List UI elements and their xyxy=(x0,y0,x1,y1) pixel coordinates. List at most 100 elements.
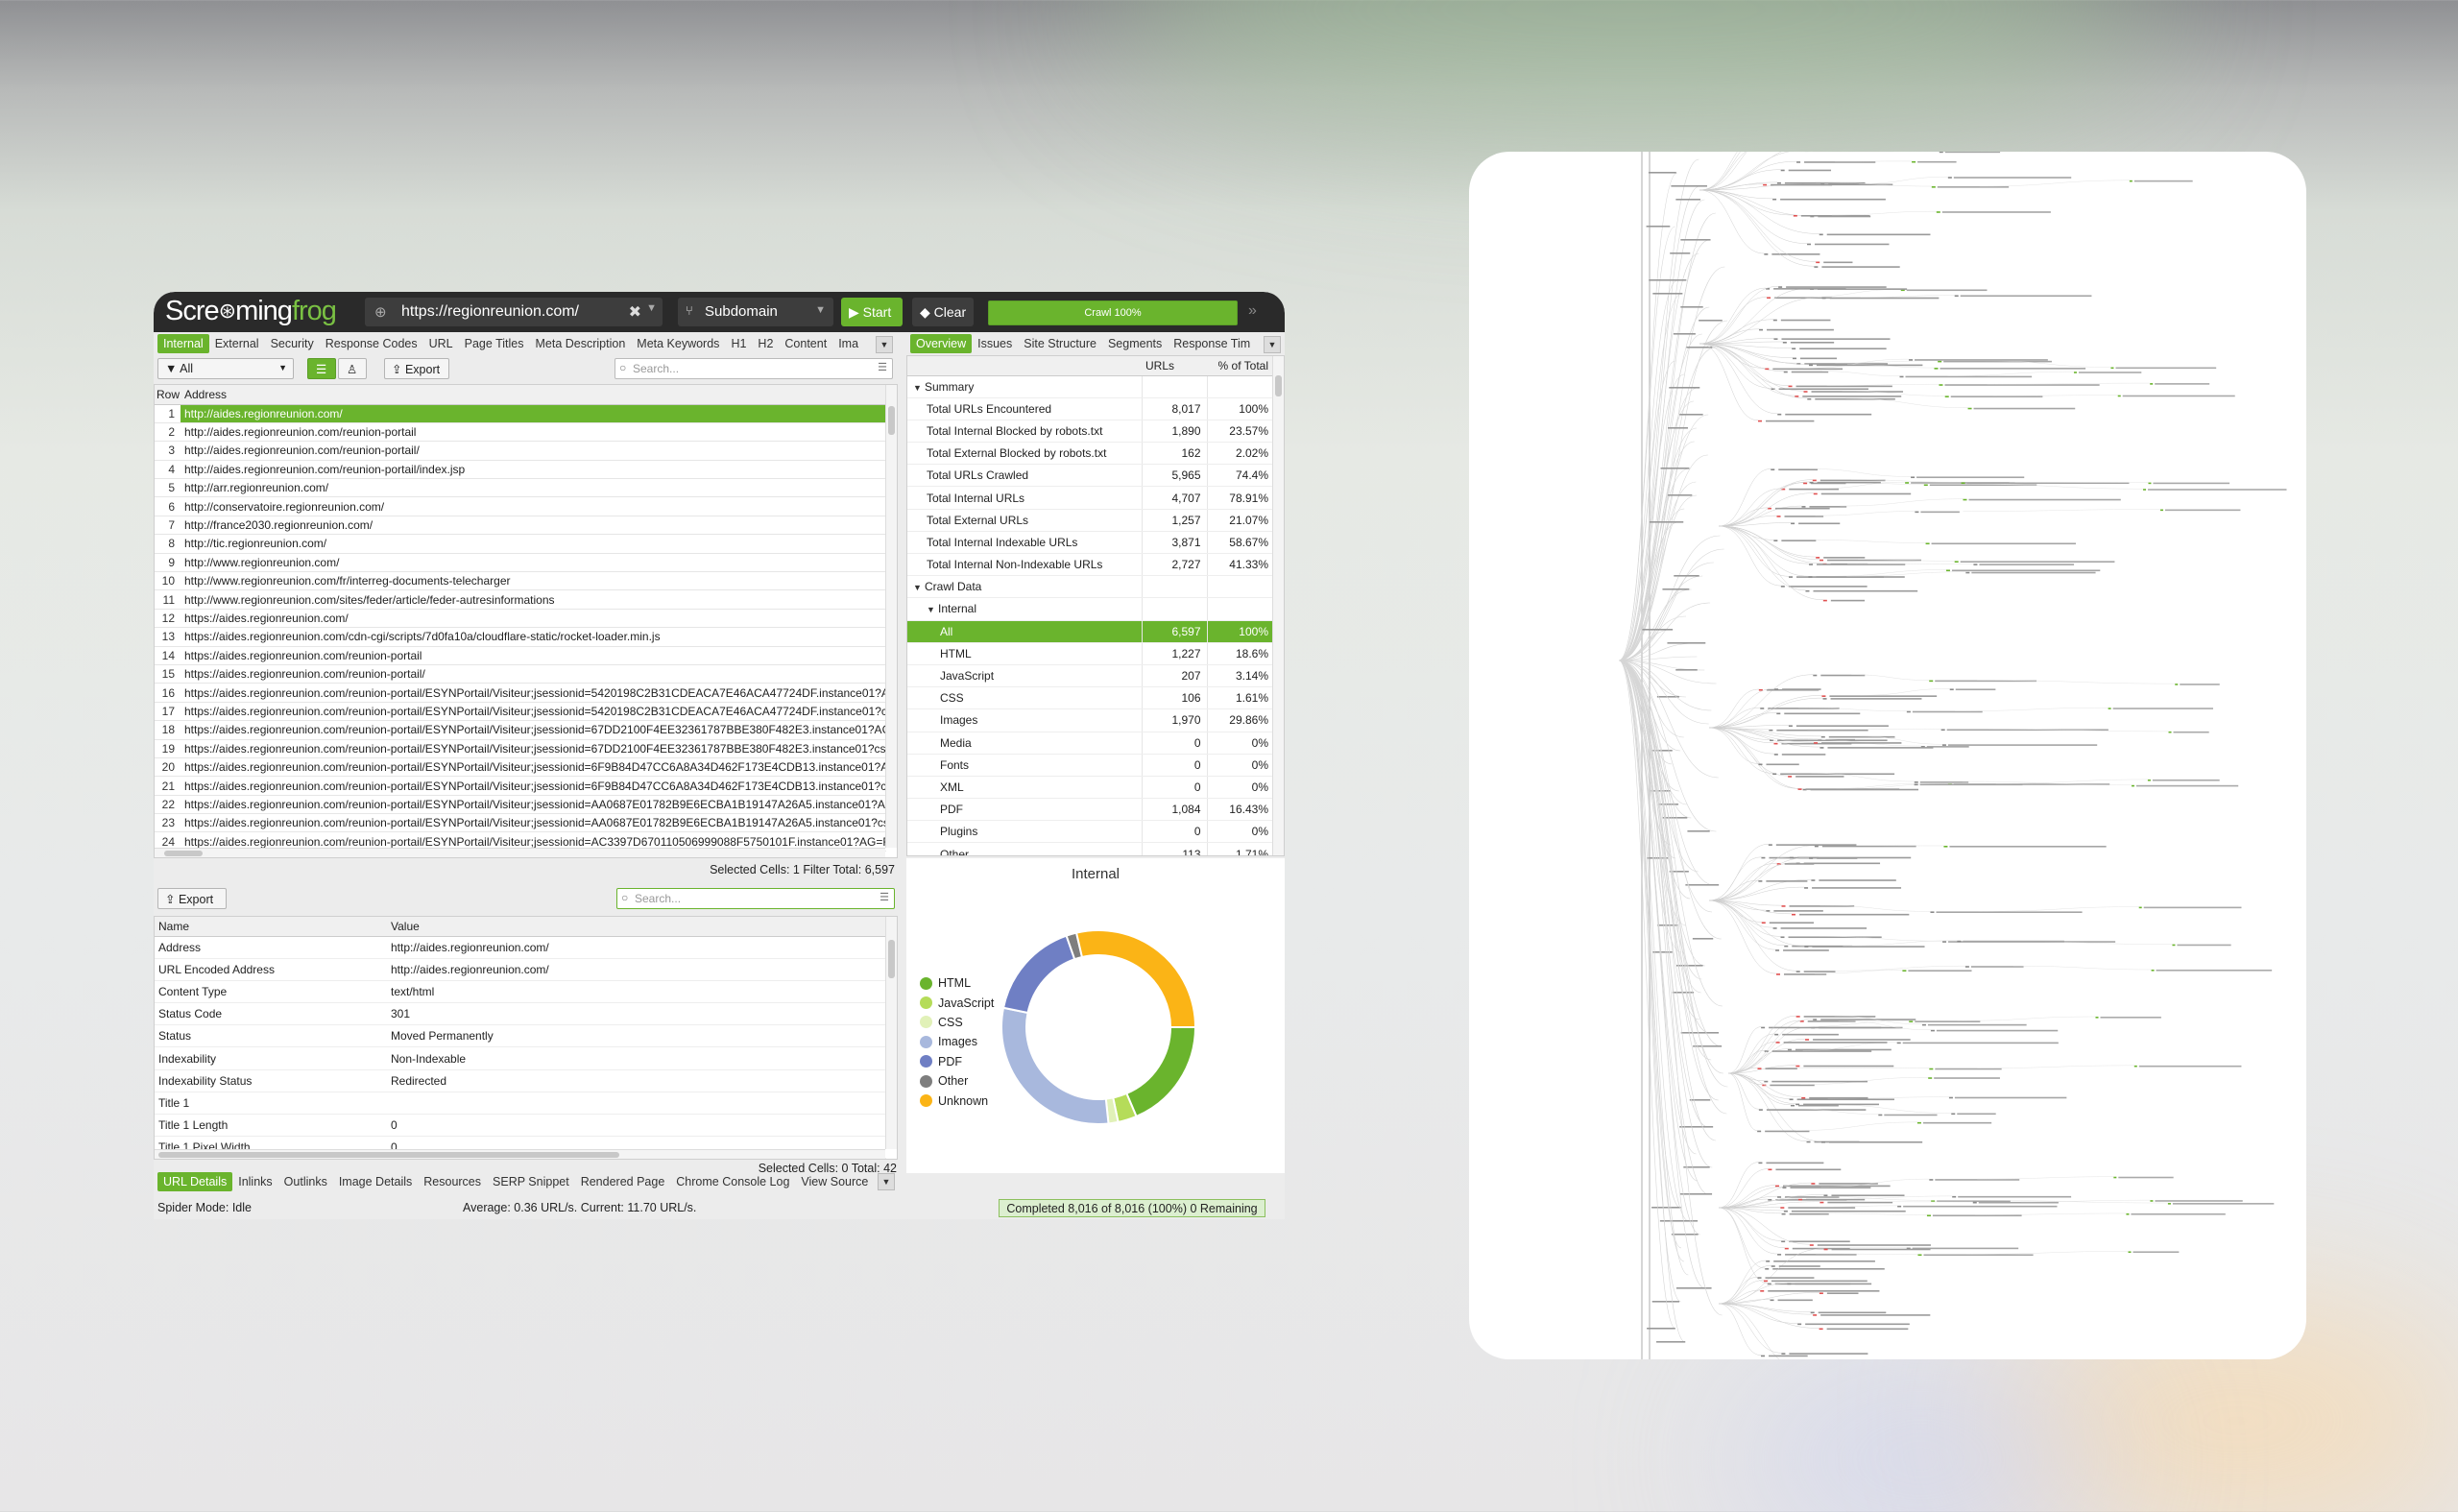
details-hscrollbar[interactable] xyxy=(155,1149,885,1159)
address-cell[interactable]: http://aides.regionreunion.com/reunion-p… xyxy=(181,460,886,480)
table-row[interactable]: 10 http://www.regionreunion.com/fr/interr… xyxy=(155,571,886,591)
address-cell[interactable]: https://aides.regionreunion.com/cdn-cgi/… xyxy=(181,627,886,647)
overview-row[interactable]: PDF 1,084 16.43% xyxy=(907,798,1274,822)
tabs-overflow-dropdown-icon[interactable]: ▼ xyxy=(876,336,893,353)
overview-row[interactable]: Total URLs Encountered 8,017 100% xyxy=(907,397,1274,420)
address-cell[interactable]: https://aides.regionreunion.com/reunion-… xyxy=(181,813,886,833)
address-cell[interactable]: http://www.regionreunion.com/fr/interreg… xyxy=(181,571,886,591)
donut-slice-pdf[interactable] xyxy=(1001,934,1076,1015)
start-button[interactable]: ▶ Start xyxy=(841,298,903,326)
overview-row[interactable]: Total Internal URLs 4,707 78.91% xyxy=(907,486,1274,510)
expand-caret-icon[interactable]: ▼ xyxy=(913,383,925,393)
column-header-urls[interactable]: URLs xyxy=(1142,356,1207,376)
search-options-icon[interactable]: ☰ xyxy=(878,361,887,373)
url-table-hscrollbar[interactable] xyxy=(155,848,885,857)
url-history-dropdown-icon[interactable]: ▼ xyxy=(646,302,657,314)
table-row[interactable]: 22 https://aides.regionreunion.com/reunio… xyxy=(155,795,886,815)
address-cell[interactable]: https://aides.regionreunion.com/reunion-… xyxy=(181,664,886,684)
address-cell[interactable]: https://aides.regionreunion.com/ xyxy=(181,609,886,629)
overview-row[interactable]: Total Internal Blocked by robots.txt 1,89… xyxy=(907,420,1274,444)
address-cell[interactable]: http://tic.regionreunion.com/ xyxy=(181,534,886,554)
address-cell[interactable]: https://aides.regionreunion.com/reunion-… xyxy=(181,739,886,758)
overview-row[interactable]: CSS 106 1.61% xyxy=(907,686,1274,710)
tab-resources[interactable]: Resources xyxy=(418,1172,487,1191)
overview-row[interactable]: Plugins 0 0% xyxy=(907,820,1274,844)
tab-content[interactable]: Content xyxy=(779,334,832,353)
tab-rendered-page[interactable]: Rendered Page xyxy=(575,1172,671,1191)
filter-select[interactable]: ▼ All ▼ xyxy=(157,358,294,379)
donut-slice-images[interactable] xyxy=(1000,1006,1110,1125)
details-row[interactable]: Status Code 301 xyxy=(155,1002,886,1026)
table-row[interactable]: 18 https://aides.regionreunion.com/reunio… xyxy=(155,720,886,740)
column-header-address[interactable]: Address xyxy=(181,385,886,405)
tab-issues[interactable]: Issues xyxy=(972,334,1018,353)
tab-segments[interactable]: Segments xyxy=(1102,334,1168,353)
table-row[interactable]: 3 http://aides.regionreunion.com/reunion-… xyxy=(155,441,886,461)
table-row[interactable]: 21 https://aides.regionreunion.com/reunio… xyxy=(155,776,886,796)
overview-row[interactable]: Total External URLs 1,257 21.07% xyxy=(907,509,1274,532)
table-row[interactable]: 11 http://www.regionreunion.com/sites/fed… xyxy=(155,589,886,610)
clear-url-icon[interactable]: ✖ xyxy=(629,302,641,322)
details-row[interactable]: Title 1 xyxy=(155,1092,886,1116)
details-row[interactable]: Indexability Non-Indexable xyxy=(155,1046,886,1070)
table-row[interactable]: 4 http://aides.regionreunion.com/reunion-… xyxy=(155,460,886,480)
address-cell[interactable]: http://conservatoire.regionreunion.com/ xyxy=(181,496,886,516)
overview-row[interactable]: JavaScript 207 3.14% xyxy=(907,664,1274,688)
donut-slice-unknown[interactable] xyxy=(1074,929,1197,1028)
address-cell[interactable]: https://aides.regionreunion.com/reunion-… xyxy=(181,702,886,722)
tab-url[interactable]: URL xyxy=(423,334,459,353)
details-row[interactable]: Indexability Status Redirected xyxy=(155,1069,886,1092)
url-input[interactable]: ⊕ https://regionreunion.com/ ✖ ▼ xyxy=(365,298,663,326)
table-row[interactable]: 16 https://aides.regionreunion.com/reunio… xyxy=(155,683,886,703)
tab-internal[interactable]: Internal xyxy=(157,334,209,353)
tab-page-titles[interactable]: Page Titles xyxy=(459,334,530,353)
address-cell[interactable]: http://aides.regionreunion.com/reunion-p… xyxy=(181,441,886,461)
details-row[interactable]: Title 1 Length 0 xyxy=(155,1114,886,1138)
address-cell[interactable]: https://aides.regionreunion.com/reunion-… xyxy=(181,776,886,796)
tab-view-source[interactable]: View Source xyxy=(795,1172,874,1191)
search-options-icon[interactable]: ☰ xyxy=(880,891,889,903)
overview-group-row[interactable]: ▼ Crawl Data xyxy=(907,575,1274,599)
address-cell[interactable]: https://aides.regionreunion.com/reunion-… xyxy=(181,720,886,740)
column-header-row[interactable]: Row xyxy=(155,385,181,405)
table-row[interactable]: 14 https://aides.regionreunion.com/reunio… xyxy=(155,646,886,665)
overview-row[interactable]: Fonts 0 0% xyxy=(907,754,1274,777)
table-row[interactable]: 9 http://www.regionreunion.com/ xyxy=(155,553,886,573)
tab-serp-snippet[interactable]: SERP Snippet xyxy=(487,1172,575,1191)
crawl-mode-select[interactable]: ⑂ Subdomain ▼ xyxy=(678,298,833,326)
details-row[interactable]: Content Type text/html xyxy=(155,980,886,1004)
url-table-scrollbar[interactable] xyxy=(885,385,897,848)
details-row[interactable]: Address http://aides.regionreunion.com/ xyxy=(155,936,886,959)
overview-row[interactable]: HTML 1,227 18.6% xyxy=(907,642,1274,665)
expand-caret-icon[interactable]: ▼ xyxy=(913,583,925,592)
table-row[interactable]: 5 http://arr.regionreunion.com/ xyxy=(155,478,886,498)
details-row[interactable]: Status Moved Permanently xyxy=(155,1024,886,1048)
table-row[interactable]: 23 https://aides.regionreunion.com/reunio… xyxy=(155,813,886,833)
address-cell[interactable]: https://aides.regionreunion.com/reunion-… xyxy=(181,683,886,703)
overview-row[interactable]: Media 0 0% xyxy=(907,732,1274,755)
table-row[interactable]: 13 https://aides.regionreunion.com/cdn-cg… xyxy=(155,627,886,647)
details-export-button[interactable]: ⇪ Export xyxy=(157,888,227,909)
address-cell[interactable]: https://aides.regionreunion.com/reunion-… xyxy=(181,646,886,665)
export-button[interactable]: ⇪ Export xyxy=(384,358,449,379)
tab-meta-keywords[interactable]: Meta Keywords xyxy=(631,334,725,353)
url-search-input[interactable]: ○ Search... ☰ xyxy=(614,358,893,379)
table-row[interactable]: 17 https://aides.regionreunion.com/reunio… xyxy=(155,702,886,722)
tab-chrome-console-log[interactable]: Chrome Console Log xyxy=(670,1172,795,1191)
overview-row[interactable]: XML 0 0% xyxy=(907,776,1274,800)
tab-response-tim[interactable]: Response Tim xyxy=(1168,334,1256,353)
tab-site-structure[interactable]: Site Structure xyxy=(1018,334,1102,353)
tab-h1[interactable]: H1 xyxy=(725,334,752,353)
overview-row[interactable]: Other 113 1.71% xyxy=(907,842,1274,855)
overview-scrollbar[interactable] xyxy=(1272,356,1284,855)
right-tabs-overflow-icon[interactable]: ▼ xyxy=(1264,336,1281,353)
donut-slice-html[interactable] xyxy=(1125,1026,1197,1118)
overview-row[interactable]: Total External Blocked by robots.txt 162 2… xyxy=(907,442,1274,466)
address-cell[interactable]: http://www.regionreunion.com/sites/feder… xyxy=(181,589,886,610)
table-row[interactable]: 8 http://tic.regionreunion.com/ xyxy=(155,534,886,554)
tab-url-details[interactable]: URL Details xyxy=(157,1172,233,1191)
clear-button[interactable]: ◆ Clear xyxy=(912,298,974,326)
tab-image-details[interactable]: Image Details xyxy=(333,1172,418,1191)
expand-caret-icon[interactable]: ▼ xyxy=(927,605,938,614)
tab-h2[interactable]: H2 xyxy=(752,334,779,353)
